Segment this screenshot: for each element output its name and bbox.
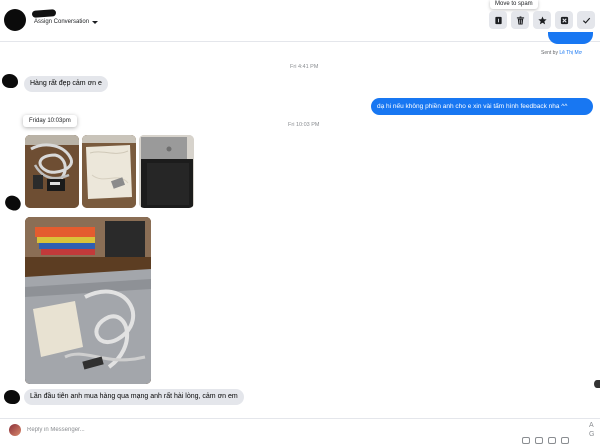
star-button[interactable] [533, 11, 551, 29]
move-to-spam-tooltip: Move to spam [490, 0, 538, 9]
sent-by-prefix: Sent by [541, 50, 560, 56]
star-icon [537, 15, 547, 24]
done-button[interactable] [577, 11, 595, 29]
photo-attachment[interactable] [139, 135, 194, 208]
sent-by-label: Sent by Lê Thị Mơ [541, 50, 582, 56]
emoji-icon[interactable] [548, 437, 556, 444]
previous-outgoing-bubble [548, 32, 593, 44]
delete-button[interactable] [511, 11, 529, 29]
spam-icon [560, 16, 568, 24]
mark-unread-button[interactable] [489, 11, 507, 29]
reply-input[interactable] [27, 424, 227, 436]
timestamp: Fri 4:41 PM [290, 64, 319, 70]
chevron-down-icon [92, 20, 99, 24]
unread-icon [494, 16, 502, 24]
laptop-photo [25, 217, 151, 384]
contact-name-redacted [31, 9, 57, 18]
spam-button[interactable] [555, 11, 573, 29]
composer-tools [522, 437, 569, 444]
contact-avatar[interactable] [4, 9, 26, 31]
sender-avatar [9, 424, 21, 436]
outgoing-message[interactable]: dạ hi nếu không phiền anh cho e xin vài … [371, 98, 593, 115]
message-composer [0, 418, 600, 444]
clipped-side-text: A G [589, 422, 595, 438]
incoming-message[interactable]: Hàng rất đẹp cảm ơn e [24, 76, 108, 92]
case-photo [139, 135, 194, 208]
cable-photo [25, 135, 79, 208]
contact-avatar[interactable] [3, 193, 23, 213]
trash-icon [516, 15, 524, 25]
contact-avatar[interactable] [4, 390, 20, 404]
assign-conversation-dropdown[interactable]: Assign Conversation [34, 19, 99, 25]
scroll-indicator[interactable] [594, 380, 600, 388]
contact-avatar[interactable] [2, 74, 18, 88]
check-icon [582, 17, 590, 24]
photo-attachment[interactable] [82, 135, 136, 208]
photo-attachment[interactable] [25, 217, 151, 384]
incoming-message[interactable]: Lần đầu tiên anh mua hàng qua mạng anh r… [24, 389, 244, 405]
gif-icon[interactable] [535, 437, 543, 444]
dust-bag-photo [82, 135, 136, 208]
sent-by-name[interactable]: Lê Thị Mơ [559, 50, 582, 56]
attachment-icon[interactable] [522, 437, 530, 444]
header-actions [489, 11, 595, 29]
conversation-header: Assign Conversation Move to spam [0, 0, 600, 42]
date-tooltip: Friday 10:03pm [23, 115, 77, 127]
like-icon[interactable] [561, 437, 569, 444]
photo-attachment[interactable] [25, 135, 79, 208]
timestamp: Fri 10:03 PM [288, 122, 320, 128]
assign-conversation-label: Assign Conversation [34, 19, 90, 25]
